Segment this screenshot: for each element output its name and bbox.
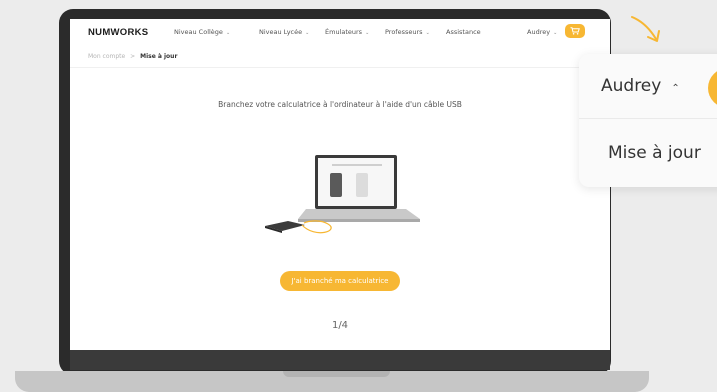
popup-user-menu[interactable]: Audrey ⌃ xyxy=(601,76,680,96)
step-indicator: 1/4 xyxy=(331,320,349,331)
menu-item-update[interactable]: Mise à jour xyxy=(608,143,701,163)
chevron-down-icon: ⌄ xyxy=(225,30,231,36)
nav-item-professeurs[interactable]: Professeurs ⌄ xyxy=(385,28,430,36)
connection-illustration xyxy=(265,155,420,234)
nav-item-assistance[interactable]: Assistance xyxy=(446,28,481,36)
cart-button[interactable] xyxy=(565,24,585,38)
nav-item-label: Niveau Collège xyxy=(174,28,223,36)
nav-item-label: Niveau Lycée xyxy=(259,28,303,36)
popup-user-name: Audrey xyxy=(601,76,662,96)
breadcrumb-separator: > xyxy=(130,53,136,60)
user-dropdown-callout: Audrey ⌃ Mise à jour xyxy=(579,54,717,187)
nav-item-lycee[interactable]: Niveau Lycée ⌄ xyxy=(259,28,309,36)
nav-item-emulateurs[interactable]: Émulateurs ⌄ xyxy=(325,28,369,36)
chevron-down-icon: ⌄ xyxy=(425,30,430,36)
browser-screen: NUMWORKS Niveau Collège ⌄ Niveau Lycée ⌄ É… xyxy=(70,19,610,350)
divider xyxy=(70,67,610,68)
chevron-up-icon: ⌃ xyxy=(671,83,680,94)
top-nav: NUMWORKS Niveau Collège ⌄ Niveau Lycée ⌄ É… xyxy=(70,19,610,47)
nav-item-label: Professeurs xyxy=(385,28,423,36)
breadcrumb-current: Mise à jour xyxy=(140,53,178,60)
chevron-down-icon: ⌄ xyxy=(553,30,558,36)
chevron-down-icon: ⌄ xyxy=(365,30,370,36)
laptop-bezel-bottom xyxy=(70,350,610,370)
nav-item-college[interactable]: Niveau Collège ⌄ xyxy=(174,28,230,36)
cart-badge[interactable] xyxy=(708,68,717,108)
laptop-base-notch xyxy=(283,371,390,377)
chevron-down-icon: ⌄ xyxy=(305,30,310,36)
cart-icon xyxy=(570,27,580,35)
breadcrumb-parent[interactable]: Mon compte xyxy=(88,53,125,60)
nav-item-label: Émulateurs xyxy=(325,28,363,36)
arrow-icon xyxy=(631,16,660,42)
connected-button[interactable]: J'ai branché ma calculatrice xyxy=(280,271,400,291)
instruction-text: Branchez votre calculatrice à l'ordinate… xyxy=(218,100,462,109)
divider xyxy=(579,118,717,119)
user-menu[interactable]: Audrey ⌄ xyxy=(527,28,557,36)
breadcrumb: Mon compte > Mise à jour xyxy=(88,53,177,60)
nav-item-label: Assistance xyxy=(446,28,481,36)
brand-logo[interactable]: NUMWORKS xyxy=(88,27,148,38)
user-name: Audrey xyxy=(527,28,551,36)
